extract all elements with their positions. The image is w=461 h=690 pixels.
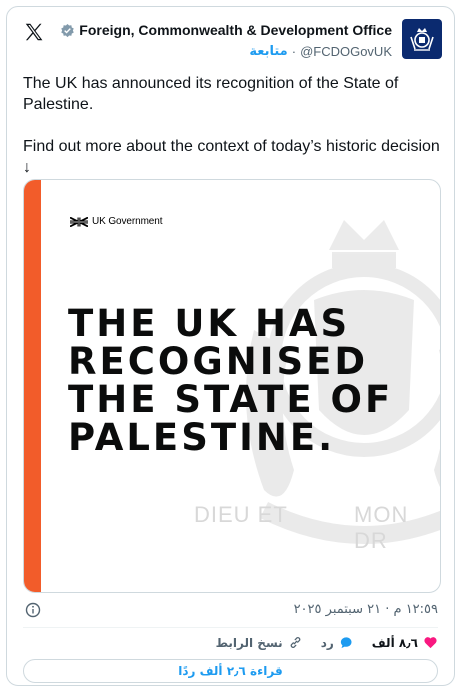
- read-replies-label: قراءة ٢٫٦ ألف ردًا: [178, 664, 283, 678]
- tweet-paragraph-1: The UK has announced its recognition of …: [23, 75, 399, 113]
- headline-line-3: THE STATE OF: [68, 378, 394, 421]
- reply-button[interactable]: رد: [321, 635, 354, 650]
- heart-icon: [424, 637, 437, 649]
- verified-badge-icon: [61, 23, 75, 37]
- motto-left: DIEU ET: [194, 502, 288, 527]
- author-name-row[interactable]: Foreign, Commonwealth & Development Offi…: [60, 22, 392, 38]
- tweet-media-image[interactable]: UK Government THE UK HAS RECOGNISED THE …: [23, 179, 441, 593]
- union-flag-icon: [70, 216, 88, 227]
- brand-label: UK Government: [92, 216, 163, 227]
- tweet-paragraph-2: Find out more about the context of today…: [23, 138, 440, 176]
- tweet-card: Foreign, Commonwealth & Development Offi…: [6, 6, 455, 686]
- uk-government-brand: UK Government: [70, 216, 163, 227]
- like-button[interactable]: ٨٫٦ ألف: [372, 635, 438, 650]
- x-logo-icon[interactable]: [23, 21, 45, 43]
- crest-icon: [410, 28, 434, 51]
- info-icon[interactable]: [25, 602, 41, 618]
- author-handle[interactable]: @FCDOGovUK: [300, 44, 392, 59]
- author-display-name: Foreign, Commonwealth & Development Offi…: [79, 22, 392, 38]
- follow-button[interactable]: متابعة: [249, 44, 287, 59]
- headline-line-4: PALESTINE.: [68, 416, 336, 459]
- reply-icon: [340, 637, 352, 649]
- tweet-actions: ٨٫٦ ألف رد نسخ الرابط: [216, 635, 438, 650]
- copy-link-label: نسخ الرابط: [215, 635, 283, 650]
- reply-label: رد: [320, 635, 334, 650]
- author-handle-row: متابعة · @FCDOGovUK: [249, 44, 392, 59]
- avatar[interactable]: [402, 19, 442, 59]
- copy-link-button[interactable]: نسخ الرابط: [216, 635, 303, 650]
- read-replies-button[interactable]: قراءة ٢٫٦ ألف ردًا: [23, 659, 438, 683]
- orange-stripe: [24, 180, 41, 592]
- tweet-timestamp[interactable]: ١٢:٥٩ م · ٢١ سبتمبر ٢٠٢٥: [294, 602, 438, 617]
- like-count: ٨٫٦ ألف: [371, 635, 418, 650]
- media-headline: THE UK HAS RECOGNISED THE STATE OF PALES…: [68, 305, 428, 457]
- separator-dot: ·: [291, 44, 297, 59]
- link-icon: [290, 637, 301, 648]
- motto-right: MON DR: [354, 502, 409, 553]
- divider: [23, 627, 438, 628]
- headline-line-1: THE UK HAS: [68, 302, 351, 345]
- headline-line-2: RECOGNISED: [68, 340, 369, 383]
